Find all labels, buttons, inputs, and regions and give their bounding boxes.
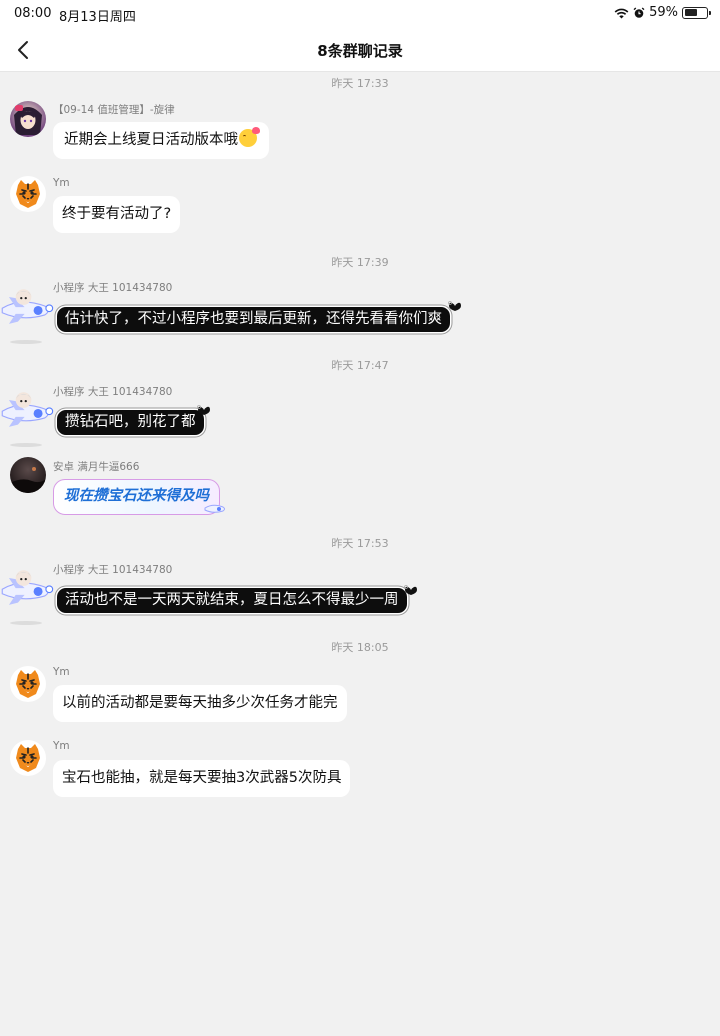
message-bubble[interactable]: 估计快了，不过小程序也要到最后更新，还得先看看你们爽 xyxy=(57,307,450,332)
avatar-shadow xyxy=(10,621,42,625)
timestamp: 昨天 17:47 xyxy=(331,359,389,372)
status-date: 8月13日周四 xyxy=(59,10,136,25)
avatar[interactable] xyxy=(10,101,46,137)
avatar-shadow xyxy=(10,340,42,344)
message-bubble[interactable]: 攒钻石吧，别花了都 xyxy=(57,410,204,435)
mini-plane-decoration-icon xyxy=(204,504,225,513)
message-text: 现在攒宝石还来得及吗 xyxy=(64,488,209,504)
message-text: 宝石也能抽，就是每天要抽3次武器5次防具 xyxy=(62,770,342,786)
timestamp: 昨天 17:53 xyxy=(331,537,389,550)
status-bar: 08:00 8月13日周四 59% xyxy=(0,0,720,28)
message-bubble[interactable]: 现在攒宝石还来得及吗 xyxy=(53,479,220,515)
dusk-photo-avatar-icon xyxy=(10,457,46,493)
sender-name: Ym xyxy=(53,666,70,678)
title-bar: 8条群聊记录 xyxy=(0,28,720,72)
tiger-avatar-icon xyxy=(10,666,46,702)
sender-name: 安卓 满月牛逼666 xyxy=(53,461,140,473)
heart-decoration-icon xyxy=(404,585,417,595)
message-bubble[interactable]: 以前的活动都是要每天抽多少次任务才能完 xyxy=(53,685,347,722)
avatar[interactable] xyxy=(10,740,46,776)
message-text: 估计快了，不过小程序也要到最后更新，还得先看看你们爽 xyxy=(65,311,442,327)
tiger-avatar-icon xyxy=(10,740,46,776)
plane-avatar-icon xyxy=(1,391,54,428)
avatar[interactable] xyxy=(0,278,56,334)
sender-name: Ym xyxy=(53,177,70,189)
message-text: 近期会上线夏日活动版本哦 xyxy=(64,132,238,148)
alarm-icon xyxy=(633,6,645,18)
avatar[interactable] xyxy=(0,559,56,615)
message-text: 活动也不是一天两天就结束，夏日怎么不得最少一周 xyxy=(65,592,399,608)
timestamp: 昨天 17:39 xyxy=(331,256,389,269)
battery-level xyxy=(684,9,697,16)
timestamp: 昨天 17:33 xyxy=(331,77,389,90)
avatar[interactable] xyxy=(10,666,46,702)
avatar[interactable] xyxy=(10,176,46,212)
message-text: 以前的活动都是要每天抽多少次任务才能完 xyxy=(62,695,338,711)
smiling-face-hearts-icon xyxy=(239,127,260,147)
plane-avatar-icon xyxy=(1,569,54,606)
battery-percent: 59% xyxy=(649,5,678,20)
heart-decoration-icon xyxy=(197,405,210,415)
timestamp: 昨天 18:05 xyxy=(331,641,389,654)
status-time: 08:00 xyxy=(14,6,52,21)
tiger-avatar-icon xyxy=(10,176,46,212)
sender-name: Ym xyxy=(53,740,70,752)
sender-name: 【09-14 值班管理】-旋律 xyxy=(53,104,175,116)
page-title: 8条群聊记录 xyxy=(317,42,403,60)
wifi-icon xyxy=(614,8,629,18)
avatar[interactable] xyxy=(10,457,46,493)
heart-decoration-icon xyxy=(448,301,461,311)
avatar-shadow xyxy=(10,443,42,447)
message-bubble[interactable]: 近期会上线夏日活动版本哦 xyxy=(53,122,269,159)
message-bubble[interactable]: 终于要有活动了? xyxy=(53,196,181,233)
sender-name: 小程序 大王 101434780 xyxy=(53,386,173,398)
status-indicators: 59% xyxy=(614,5,711,20)
message-text: 攒钻石吧，别花了都 xyxy=(65,414,196,430)
message-text: 终于要有活动了? xyxy=(62,206,172,222)
sender-name: 小程序 大王 101434780 xyxy=(53,282,173,294)
message-bubble[interactable]: 宝石也能抽，就是每天要抽3次武器5次防具 xyxy=(53,760,351,797)
battery-icon xyxy=(682,6,711,19)
plane-avatar-icon xyxy=(1,288,54,325)
sender-name: 小程序 大王 101434780 xyxy=(53,564,173,576)
avatar[interactable] xyxy=(0,381,56,437)
message-bubble[interactable]: 活动也不是一天两天就结束，夏日怎么不得最少一周 xyxy=(57,588,407,613)
